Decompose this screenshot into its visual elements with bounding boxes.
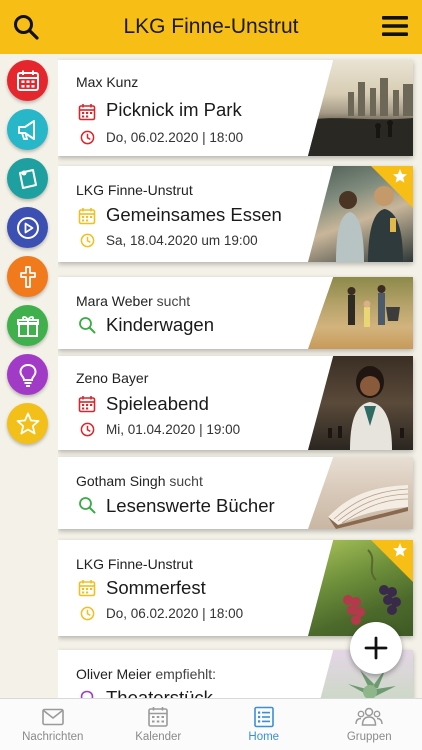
envelope-icon (41, 708, 64, 726)
nav-label: Gruppen (346, 731, 392, 743)
card-author: Oliver Meier empfiehlt: (76, 666, 217, 682)
feed-card[interactable]: LKG Finne-Unstrut Sommerfest Do, 06.02.2… (58, 540, 413, 636)
nav-tab-calendar[interactable]: Kalender (106, 699, 212, 750)
nav-tab-groups[interactable]: Gruppen (317, 699, 422, 750)
gift-icon (16, 315, 39, 337)
group-icon (355, 707, 383, 726)
clock-icon (80, 233, 95, 248)
app-header: LKG Finne-Unstrut (0, 0, 422, 54)
menu-icon[interactable] (380, 12, 410, 40)
rail-calendar-button[interactable] (7, 60, 48, 101)
rail-announcements-button[interactable] (7, 109, 48, 150)
search-icon (79, 317, 96, 334)
card-date: Sa, 18.04.2020 um 19:00 (106, 233, 258, 248)
nav-tab-messages[interactable]: Nachrichten (0, 699, 106, 750)
category-rail (0, 54, 56, 698)
calendar-icon (148, 707, 169, 727)
rail-media-button[interactable] (7, 207, 48, 248)
card-author: Mara Weber sucht (76, 293, 191, 309)
card-author: Max Kunz (76, 74, 139, 90)
card-title: Kinderwagen (106, 314, 214, 335)
calendar-icon (78, 396, 96, 413)
card-author: Gotham Singh sucht (76, 473, 203, 489)
nav-label: Nachrichten (22, 731, 84, 743)
card-title: Sommerfest (106, 577, 206, 598)
play-icon (16, 216, 39, 239)
list-icon (253, 706, 274, 728)
megaphone-icon (17, 119, 35, 140)
app-title: LKG Finne-Unstrut (123, 15, 299, 38)
calendar-icon (78, 580, 96, 597)
card-photo-city-skyline (308, 60, 413, 156)
card-author: LKG Finne-Unstrut (76, 556, 193, 572)
calendar-icon (78, 208, 96, 225)
feed-card[interactable]: LKG Finne-Unstrut Gemeinsames Essen Sa, … (58, 166, 413, 262)
rail-favorites-button[interactable] (7, 403, 48, 444)
rail-notes-button[interactable] (7, 158, 48, 199)
featured-star-icon (371, 540, 413, 582)
featured-star-icon (371, 166, 413, 208)
plus-icon (364, 636, 388, 660)
card-title: Picknick im Park (106, 99, 242, 120)
clock-icon (80, 606, 95, 621)
feed-card[interactable]: Mara Weber sucht Kinderwagen (58, 277, 413, 349)
clock-icon (80, 422, 95, 437)
calendar-icon (78, 104, 96, 121)
rail-gifts-button[interactable] (7, 305, 48, 346)
pin-note-icon (18, 168, 37, 189)
nav-label: Home (248, 731, 280, 743)
rail-faith-button[interactable] (7, 256, 48, 297)
feed-card[interactable]: Gotham Singh sucht Lesenswerte Bücher (58, 457, 413, 529)
lightbulb-icon (80, 690, 94, 698)
clock-icon (80, 130, 95, 145)
cross-icon (19, 265, 36, 288)
card-title: Gemeinsames Essen (106, 204, 282, 225)
feed: Max Kunz Picknick im Park Do, 06.02.2020… (58, 54, 422, 698)
card-author: Zeno Bayer (76, 370, 149, 386)
card-photo-chess-player (308, 356, 413, 450)
card-title: Lesenswerte Bücher (106, 495, 275, 516)
card-photo-open-book (308, 457, 413, 529)
card-date: Do, 06.02.2020 | 18:00 (106, 130, 244, 145)
feed-card[interactable]: Zeno Bayer Spieleabend Mi, 01.04.2020 | … (58, 356, 413, 450)
nav-label: Kalender (135, 731, 182, 743)
star-icon (16, 412, 39, 434)
calendar-icon (16, 70, 39, 91)
search-icon (79, 497, 96, 514)
rail-ideas-button[interactable] (7, 354, 48, 395)
card-date: Do, 06.02.2020 | 18:00 (106, 606, 244, 621)
feed-card[interactable]: Max Kunz Picknick im Park Do, 06.02.2020… (58, 60, 413, 156)
add-post-button[interactable] (350, 622, 402, 674)
card-author: LKG Finne-Unstrut (76, 182, 193, 198)
lightbulb-icon (18, 363, 37, 387)
card-photo-family-walk (308, 277, 413, 349)
search-icon[interactable] (12, 13, 40, 41)
card-title: Theaterstück (106, 687, 213, 698)
bottom-navigation: Nachrichten Kalender Home Gruppen (0, 698, 422, 750)
card-title: Spieleabend (106, 393, 209, 414)
nav-tab-home[interactable]: Home (211, 699, 317, 750)
card-date: Mi, 01.04.2020 | 19:00 (106, 422, 241, 437)
